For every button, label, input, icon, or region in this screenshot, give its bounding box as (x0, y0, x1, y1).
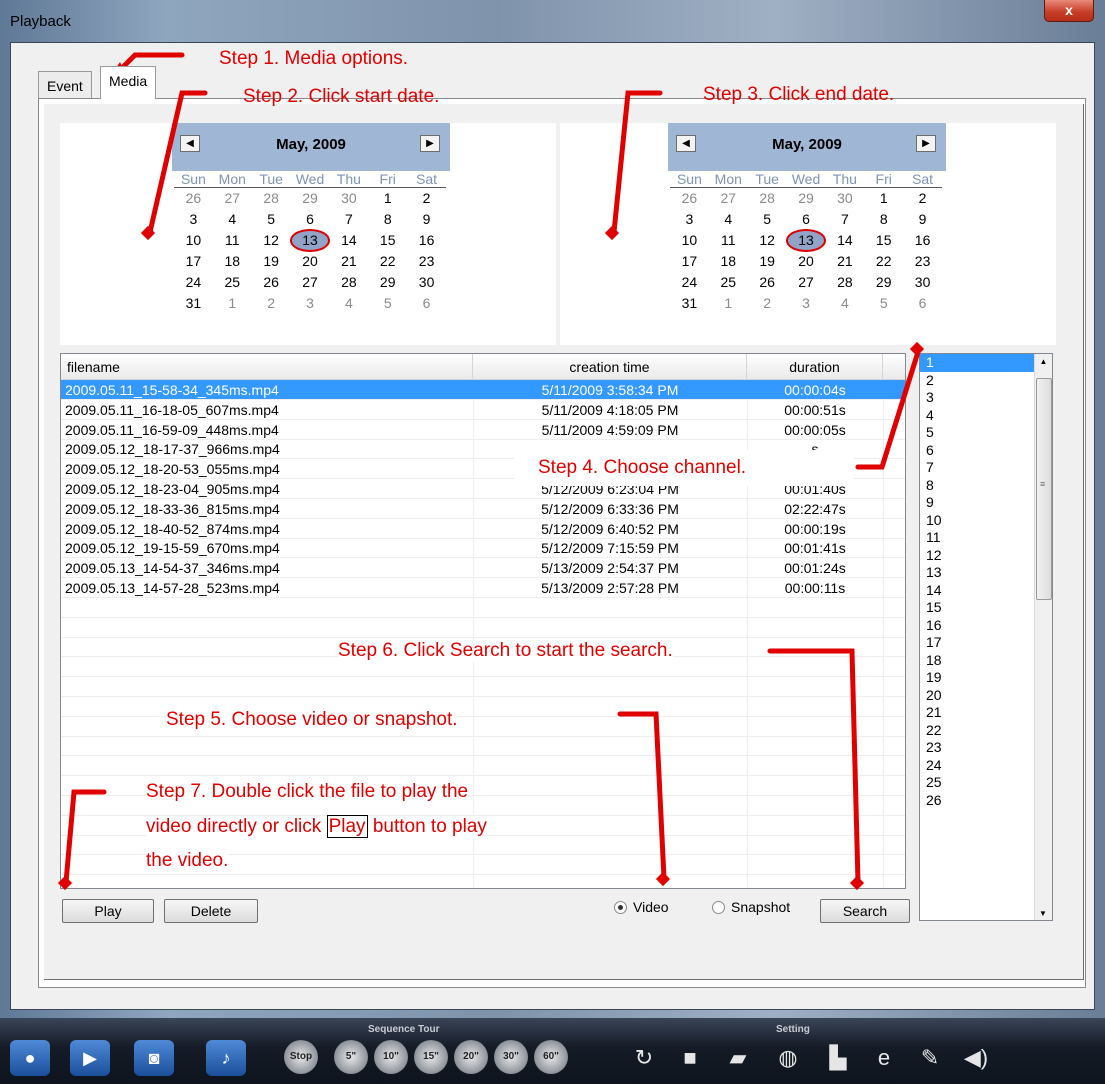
snapshot-button[interactable]: ◙ (134, 1040, 174, 1076)
step7-annotation-line2: video directly or click Play button to p… (146, 815, 487, 838)
folder-icon: ▰ (729, 1045, 747, 1070)
refresh-icon: ↻ (634, 1045, 654, 1070)
arrow-step6 (767, 648, 861, 885)
sequence-tour-label: Sequence Tour (368, 1024, 440, 1035)
setting-label: Setting (776, 1024, 810, 1035)
tour-10s-button[interactable]: 10" (374, 1040, 408, 1074)
tour-20s-button[interactable]: 20" (454, 1040, 488, 1074)
tour-60s-button[interactable]: 60" (534, 1040, 568, 1074)
step4-annotation: Step 4. Choose channel. (514, 450, 854, 486)
tour-30s-button[interactable]: 30" (494, 1040, 528, 1074)
document-button[interactable]: ▙ (820, 1040, 856, 1076)
tab-media[interactable]: Media (100, 66, 157, 99)
browser-button[interactable]: e (866, 1040, 902, 1076)
arrow-step7 (63, 789, 107, 885)
step7-text-pre: video directly or click (146, 816, 322, 837)
playback-icon: ▶ (83, 1048, 97, 1068)
wrench-icon: ✎ (920, 1045, 940, 1070)
refresh-button[interactable]: ↻ (626, 1040, 662, 1076)
arrowhead-step6 (849, 875, 865, 891)
tour-15s-button[interactable]: 15" (414, 1040, 448, 1074)
browser-icon: e (877, 1045, 891, 1070)
arrow-step5 (617, 711, 667, 881)
step6-annotation: Step 6. Click Search to start the search… (338, 640, 673, 662)
step2-annotation: Step 2. Click start date. (243, 86, 440, 107)
tools-button[interactable]: ✎ (912, 1040, 948, 1076)
arrow-step3 (611, 90, 663, 235)
lock-icon: ■ (683, 1045, 697, 1070)
network-button[interactable]: ◍ (770, 1040, 806, 1076)
volume-button[interactable]: ◀) (958, 1040, 994, 1076)
speaker-icon: ◀) (963, 1045, 989, 1070)
microphone-button[interactable]: ♪ (206, 1040, 246, 1076)
playback-window: Playback x Event Media ◀ May, 2009 ▶ Sun… (0, 0, 1105, 1018)
microphone-icon: ♪ (221, 1048, 231, 1068)
step7-play-box: Play (326, 815, 368, 838)
arrowhead-step5 (655, 871, 671, 887)
arrow-step2 (147, 90, 208, 235)
tour-5s-button[interactable]: 5" (334, 1040, 368, 1074)
lock-button[interactable]: ■ (672, 1040, 708, 1076)
step7-annotation-line1: Step 7. Double click the file to play th… (146, 781, 469, 803)
playback-button[interactable]: ▶ (70, 1040, 110, 1076)
folder-button[interactable]: ▰ (720, 1040, 756, 1076)
camera-icon: ◙ (148, 1048, 160, 1068)
record-button[interactable]: ● (10, 1040, 50, 1076)
stop-tour-button[interactable]: Stop (284, 1040, 318, 1074)
arrowhead-step4 (909, 341, 925, 357)
record-icon: ● (24, 1048, 36, 1068)
globe-icon: ◍ (778, 1045, 798, 1070)
step7-annotation-line3: the video. (146, 850, 229, 872)
step1-annotation: Step 1. Media options. (219, 48, 409, 69)
arrow-step4 (855, 349, 921, 470)
arrowhead-step3 (604, 225, 620, 241)
step7-text-post: button to play (372, 816, 487, 837)
arrowhead-step7 (57, 875, 73, 891)
document-icon: ▙ (829, 1045, 847, 1070)
step3-annotation: Step 3. Click end date. (703, 84, 895, 105)
step5-annotation: Step 5. Choose video or snapshot. (166, 709, 458, 731)
